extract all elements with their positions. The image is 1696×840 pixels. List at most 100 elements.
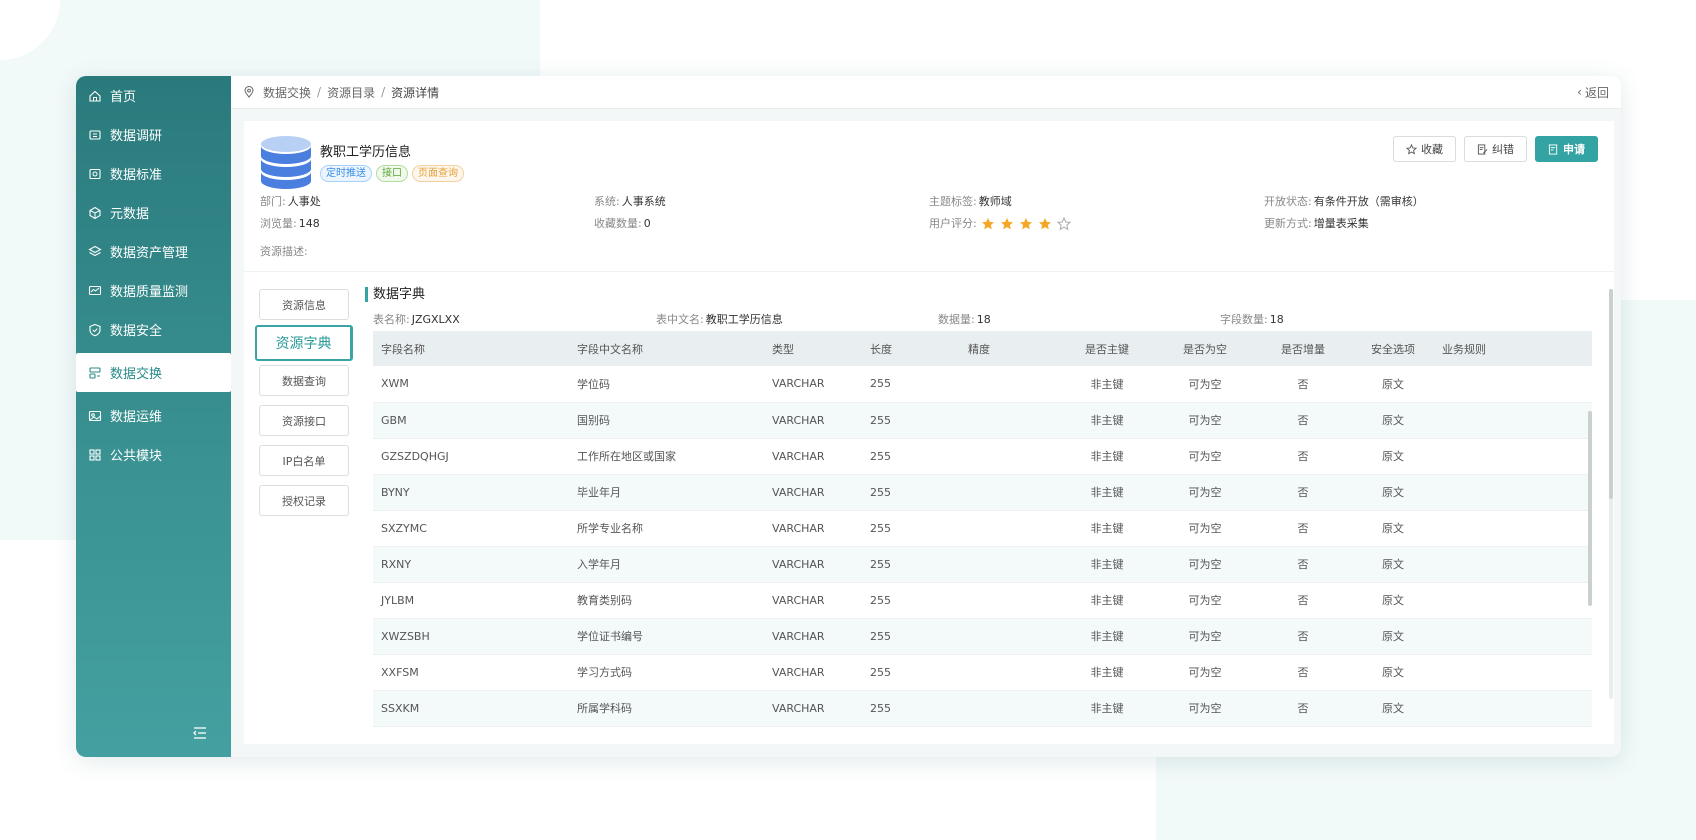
table-row[interactable]: SSXKM 所属学科码 VARCHAR 255 非主键 可为空否原文 (373, 690, 1592, 727)
detail-tab[interactable]: 授权记录 (259, 485, 349, 516)
apply-icon (1548, 143, 1558, 155)
table-cell (960, 474, 1058, 511)
sidebar-item-label: 数据资产管理 (110, 246, 189, 261)
collapse-menu-icon[interactable] (192, 725, 208, 741)
table-body: XWM 学位码 VARCHAR 255 非主键 可为空否原文 GBM 国别码 VARCHAR 25… (373, 366, 1592, 727)
table-cell: GBM (373, 402, 569, 439)
location-icon (244, 86, 254, 98)
table-cell: 否 (1254, 546, 1352, 583)
dictionary-table-wrap[interactable]: 字段名称 字段中文名称 类型 长度 精度 是否主键 是否为空 是否增量 安全选项 业务规则 XWM… (373, 331, 1592, 744)
sidebar-item[interactable]: 数据交换 (76, 353, 231, 392)
table-cell: 非主键 (1058, 546, 1156, 583)
table-cell (960, 618, 1058, 655)
sidebar-item[interactable]: 数据运维 (76, 396, 231, 435)
detail-tab[interactable]: IP白名单 (259, 445, 349, 476)
table-cell: 原文 (1352, 654, 1434, 691)
table-cell: 国别码 (569, 402, 764, 439)
sidebar-item[interactable]: 数据质量监测 (76, 271, 231, 310)
back-link[interactable]: ‹ 返回 (1577, 84, 1609, 101)
table-cell: 可为空 (1156, 366, 1254, 403)
star-filled-icon[interactable] (981, 217, 995, 231)
star-filled-icon[interactable] (1019, 217, 1033, 231)
detail-tab[interactable]: 资源字典 (255, 325, 353, 361)
table-cell (1434, 654, 1592, 691)
table-cell: 非主键 (1058, 582, 1156, 619)
star-filled-icon[interactable] (1000, 217, 1014, 231)
table-cell (1434, 438, 1592, 475)
table-cell: 所学专业名称 (569, 510, 764, 547)
table-row[interactable]: XXFSM 学习方式码 VARCHAR 255 非主键 可为空否原文 (373, 654, 1592, 691)
table-cell: 非主键 (1058, 402, 1156, 439)
sidebar-item-label: 数据运维 (110, 410, 163, 425)
sidebar-item[interactable]: 数据安全 (76, 310, 231, 349)
table-cell: SXZYMC (373, 510, 569, 547)
meta-system: 系统: 人事系统 (594, 195, 666, 208)
apply-button[interactable]: 申请 (1535, 136, 1598, 162)
table-cell (1434, 582, 1592, 619)
favorite-button[interactable]: 收藏 (1393, 136, 1456, 162)
table-row[interactable]: XWZSBH 学位证书编号 VARCHAR 255 非主键 可为空否原文 (373, 618, 1592, 655)
table-row[interactable]: JYLBM 教育类别码 VARCHAR 255 非主键 可为空否原文 (373, 582, 1592, 619)
table-cell: 原文 (1352, 510, 1434, 547)
star-empty-icon[interactable] (1056, 217, 1071, 231)
detail-tab[interactable]: 数据查询 (259, 365, 349, 396)
panel-scrollbar[interactable] (1609, 289, 1613, 699)
detail-tab[interactable]: 资源接口 (259, 405, 349, 436)
sidebar-item[interactable]: 元数据 (76, 193, 231, 232)
meta-description: 资源描述: (260, 245, 308, 258)
star-filled-icon[interactable] (1038, 217, 1052, 231)
meta-dept: 部门: 人事处 (260, 195, 321, 208)
table-row[interactable]: BYNY 毕业年月 VARCHAR 255 非主键 可为空否原文 (373, 474, 1592, 511)
table-cell: BYNY (373, 474, 569, 511)
sidebar-item[interactable]: 首页 (76, 76, 231, 115)
table-cell: VARCHAR (764, 474, 862, 511)
table-cell: 原文 (1352, 546, 1434, 583)
table-row[interactable]: GZSZDQHGJ 工作所在地区或国家 VARCHAR 255 非主键 可为空否原文 (373, 438, 1592, 475)
sidebar-item-label: 公共模块 (110, 449, 163, 464)
sidebar-item[interactable]: 数据资产管理 (76, 232, 231, 271)
edit-doc-icon (1477, 143, 1488, 155)
table-cell: 入学年月 (569, 546, 764, 583)
sidebar-item[interactable]: 数据标准 (76, 154, 231, 193)
rating-stars[interactable] (981, 217, 1071, 231)
table-scrollbar[interactable] (1588, 411, 1592, 606)
breadcrumb-item[interactable]: 资源目录 (327, 84, 375, 101)
detail-tab[interactable]: 资源信息 (259, 289, 349, 320)
table-cell: 可为空 (1156, 546, 1254, 583)
research-icon (88, 128, 102, 142)
table-cell: VARCHAR (764, 438, 862, 475)
table-row[interactable]: RXNY 入学年月 VARCHAR 255 非主键 可为空否原文 (373, 546, 1592, 583)
tag-badge: 接口 (376, 165, 408, 182)
table-cell (1434, 690, 1592, 727)
table-row[interactable]: XWM 学位码 VARCHAR 255 非主键 可为空否原文 (373, 366, 1592, 403)
detail-tabs: 资源信息资源字典数据查询资源接口 IP白名单授权记录 (255, 289, 353, 525)
sidebar-item[interactable]: 数据调研 (76, 115, 231, 154)
table-cell: 可为空 (1156, 474, 1254, 511)
table-cell (960, 402, 1058, 439)
back-label: 返回 (1584, 85, 1609, 100)
table-cell (960, 438, 1058, 475)
sidebar-nav: 首页 数据调研 数据标准 元数据数据资产管理数据质量监测 数据安全数据交换数据运维公共模… (76, 76, 231, 474)
table-row[interactable]: SXZYMC 所学专业名称 VARCHAR 255 非主键 可为空否原文 (373, 510, 1592, 547)
table-cell: 原文 (1352, 582, 1434, 619)
correct-button[interactable]: 纠错 (1464, 136, 1527, 162)
table-cell: 255 (862, 654, 960, 691)
breadcrumb-item[interactable]: 数据交换 (263, 84, 311, 101)
table-cell: 原文 (1352, 618, 1434, 655)
table-cell: 否 (1254, 402, 1352, 439)
column-header: 长度 (862, 331, 960, 366)
scrollbar-thumb[interactable] (1609, 289, 1613, 499)
dictionary-table: 字段名称 字段中文名称 类型 长度 精度 是否主键 是否为空 是否增量 安全选项 业务规则 XWM… (373, 331, 1592, 727)
table-cell: 255 (862, 366, 960, 403)
data-dictionary-panel: 数据字典 表名称: JZGXLXX 表中文名: 教职工学历信息 数据量: 18 字段数… (365, 287, 1592, 744)
table-name-meta: 表名称: JZGXLXX (373, 313, 460, 326)
tag-badge: 定时推送 (320, 165, 372, 182)
table-cell: 教育类别码 (569, 582, 764, 619)
table-cell: JYLBM (373, 582, 569, 619)
table-cell: 学位码 (569, 366, 764, 403)
sidebar-item[interactable]: 公共模块 (76, 435, 231, 474)
correct-label: 纠错 (1492, 143, 1514, 156)
table-cell: 否 (1254, 582, 1352, 619)
table-row[interactable]: GBM 国别码 VARCHAR 255 非主键 可为空否原文 (373, 402, 1592, 439)
breadcrumb-separator: / (317, 85, 322, 99)
